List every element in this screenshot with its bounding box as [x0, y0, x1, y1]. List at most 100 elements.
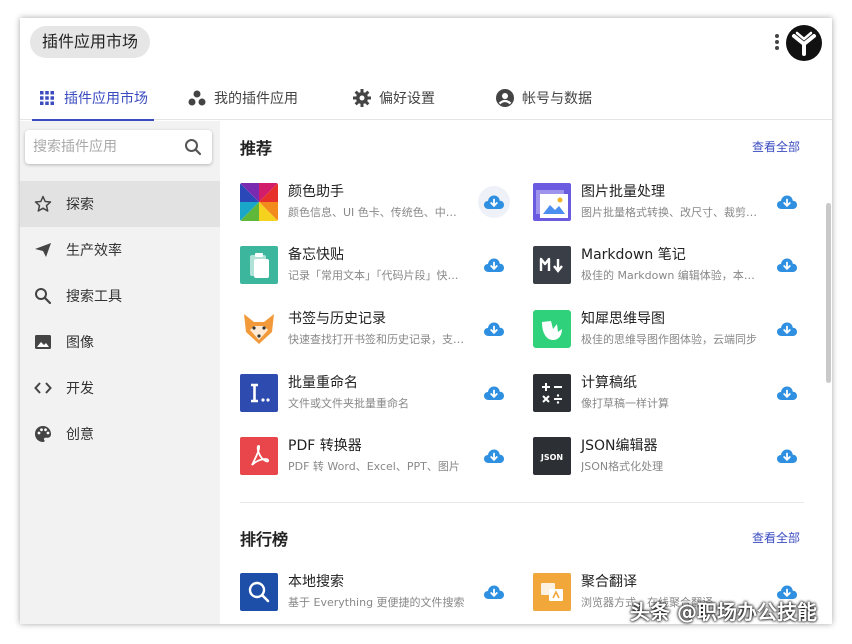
app-description: 快速查找打开书签和历史记录，支持多浏览器	[288, 333, 466, 346]
image-icon	[34, 333, 52, 351]
tab-account-data[interactable]: 帐号与数据	[496, 76, 592, 120]
app-window: 插件应用市场 插件应用市场 我的插件应用 偏好设置 帐号与数据 搜索插件应用 探…	[20, 18, 832, 624]
download-cloud-icon[interactable]	[771, 186, 803, 218]
tab-plugin-market[interactable]: 插件应用市场	[32, 76, 154, 121]
app-name: Markdown 笔记	[581, 247, 686, 263]
app-card[interactable]: Markdown 笔记 极佳的 Markdown 编辑体验，本地存储	[533, 241, 803, 289]
account-icon	[496, 89, 514, 107]
tab-label: 我的插件应用	[214, 91, 298, 107]
app-description: 极佳的 Markdown 编辑体验，本地存储	[581, 269, 759, 282]
app-name: PDF 转换器	[288, 438, 362, 454]
app-description: 文件或文件夹批量重命名	[288, 397, 409, 410]
tab-label: 偏好设置	[379, 91, 435, 107]
sidebar-item-label: 生产效率	[66, 243, 122, 259]
watermark: 头条 @职场办公技能	[630, 600, 817, 624]
image-batch-icon	[533, 183, 571, 221]
sidebar-item-label: 搜索工具	[66, 289, 122, 305]
clipboard-icon	[240, 246, 278, 284]
app-card[interactable]: 本地搜索 基于 Everything 更便捷的文件搜索	[240, 568, 510, 616]
app-card[interactable]: 批量重命名 文件或文件夹批量重命名	[240, 369, 510, 417]
section-title: 排行榜	[240, 530, 289, 549]
tab-my-plugins[interactable]: 我的插件应用	[188, 76, 298, 120]
app-name: 批量重命名	[288, 375, 358, 391]
calculator-icon	[533, 374, 571, 412]
more-vertical-icon[interactable]	[772, 32, 782, 54]
tab-preferences[interactable]: 偏好设置	[353, 76, 435, 120]
app-name: 本地搜索	[288, 574, 344, 590]
app-description: 像打草稿一样计算	[581, 397, 669, 410]
app-name: 计算稿纸	[581, 375, 637, 391]
download-cloud-icon[interactable]	[478, 377, 510, 409]
app-card[interactable]: 知犀思维导图 极佳的思维导图作图体验，云端同步	[533, 305, 803, 353]
star-icon	[34, 195, 52, 213]
download-cloud-icon[interactable]	[771, 249, 803, 281]
send-icon	[34, 241, 52, 259]
color-wheel-icon	[240, 183, 278, 221]
search-icon[interactable]	[184, 138, 202, 156]
section-divider	[240, 502, 804, 503]
app-name: 图片批量处理	[581, 184, 665, 200]
app-card[interactable]: 备忘快贴 记录「常用文本」「代码片段」快速粘贴	[240, 241, 510, 289]
sidebar: 探索 生产效率 搜索工具 图像	[20, 121, 220, 624]
markdown-icon	[533, 246, 571, 284]
download-cloud-icon[interactable]	[478, 440, 510, 472]
app-description: 颜色信息、UI 色卡、传统色、中国色	[288, 206, 466, 219]
svg-text:JSON: JSON	[540, 453, 563, 462]
json-icon: JSON	[533, 437, 571, 475]
gear-icon	[353, 89, 371, 107]
section-title: 推荐	[240, 139, 273, 158]
app-name: JSON编辑器	[581, 438, 658, 454]
app-card[interactable]: PDF 转换器 PDF 转 Word、Excel、PPT、图片	[240, 432, 510, 480]
translate-icon	[533, 573, 571, 611]
search-input[interactable]	[33, 137, 173, 157]
app-card[interactable]: JSON JSON编辑器 JSON格式化处理	[533, 432, 803, 480]
app-card[interactable]: 颜色助手 颜色信息、UI 色卡、传统色、中国色	[240, 178, 510, 226]
download-cloud-icon[interactable]	[478, 576, 510, 608]
scrollbar[interactable]	[826, 203, 831, 383]
app-name: 知犀思维导图	[581, 311, 665, 327]
sidebar-item-label: 探索	[66, 197, 94, 213]
view-all-link[interactable]: 查看全部	[752, 138, 800, 155]
pdf-icon	[240, 437, 278, 475]
app-description: 记录「常用文本」「代码片段」快速粘贴	[288, 269, 466, 282]
code-icon	[34, 379, 52, 397]
sidebar-item-label: 图像	[66, 335, 94, 351]
app-card[interactable]: 计算稿纸 像打草稿一样计算	[533, 369, 803, 417]
sidebar-item-explore[interactable]: 探索	[20, 181, 220, 227]
sidebar-item-creative[interactable]: 创意	[20, 411, 220, 457]
utools-logo[interactable]	[786, 25, 822, 61]
search-box	[25, 130, 212, 164]
fox-icon	[240, 310, 278, 348]
app-card[interactable]: 书签与历史记录 快速查找打开书签和历史记录，支持多浏览器	[240, 305, 510, 353]
app-description: PDF 转 Word、Excel、PPT、图片	[288, 460, 460, 473]
rhino-icon	[533, 310, 571, 348]
title-bar: 插件应用市场	[20, 18, 832, 68]
sidebar-item-search-tools[interactable]: 搜索工具	[20, 273, 220, 319]
sidebar-item-label: 创意	[66, 427, 94, 443]
app-name: 书签与历史记录	[288, 311, 386, 327]
app-name: 备忘快贴	[288, 247, 344, 263]
search-icon	[34, 287, 52, 305]
view-all-link[interactable]: 查看全部	[752, 529, 800, 546]
rename-icon	[240, 374, 278, 412]
sidebar-item-productivity[interactable]: 生产效率	[20, 227, 220, 273]
grid-icon	[38, 89, 56, 107]
app-card[interactable]: 图片批量处理 图片批量格式转换、改尺寸、裁剪、压缩	[533, 178, 803, 226]
app-name: 聚合翻译	[581, 574, 637, 590]
ranking-header: 排行榜 查看全部	[240, 526, 800, 550]
tab-label: 插件应用市场	[64, 91, 148, 107]
sidebar-item-label: 开发	[66, 381, 94, 397]
download-cloud-icon[interactable]	[771, 377, 803, 409]
sidebar-item-development[interactable]: 开发	[20, 365, 220, 411]
download-cloud-icon[interactable]	[771, 440, 803, 472]
download-cloud-icon[interactable]	[771, 313, 803, 345]
sidebar-item-images[interactable]: 图像	[20, 319, 220, 365]
download-cloud-icon[interactable]	[478, 313, 510, 345]
download-cloud-icon[interactable]	[478, 249, 510, 281]
tab-label: 帐号与数据	[522, 91, 592, 107]
main-content: 推荐 查看全部 颜色助手 颜色信息、UI 色卡、传统色、中国色 图片批量处理 图…	[220, 121, 832, 624]
app-description: JSON格式化处理	[581, 460, 664, 473]
local-search-icon	[240, 573, 278, 611]
download-cloud-icon[interactable]	[478, 186, 510, 218]
app-description: 极佳的思维导图作图体验，云端同步	[581, 333, 757, 346]
